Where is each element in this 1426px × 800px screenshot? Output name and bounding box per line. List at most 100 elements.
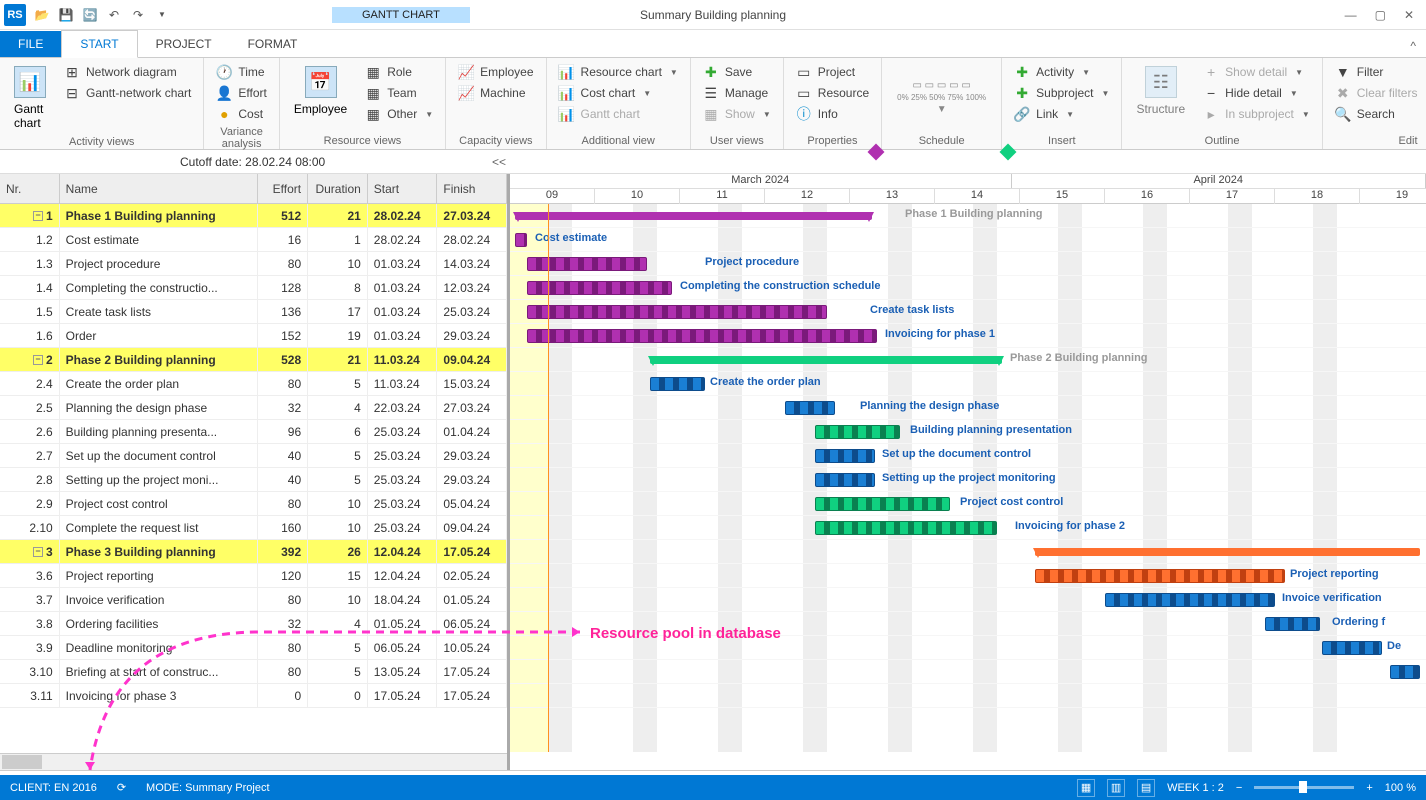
cost-chart-button[interactable]: 📊Cost chart▼ bbox=[555, 83, 682, 103]
table-row[interactable]: −3 Phase 3 Building planning 392 26 12.0… bbox=[0, 540, 507, 564]
expand-icon[interactable]: − bbox=[33, 211, 43, 221]
gantt-bar[interactable] bbox=[815, 425, 900, 439]
save-view-button[interactable]: ✚Save bbox=[699, 62, 775, 82]
table-row[interactable]: 3.11 Invoicing for phase 3 0 0 17.05.24 … bbox=[0, 684, 507, 708]
expand-icon[interactable]: − bbox=[33, 547, 43, 557]
gantt-bar[interactable] bbox=[1390, 665, 1420, 679]
employee-button[interactable]: 📅 Employee bbox=[288, 62, 353, 133]
expand-icon[interactable]: − bbox=[33, 355, 43, 365]
table-row[interactable]: 1.4 Completing the constructio... 128 8 … bbox=[0, 276, 507, 300]
cap-employee-button[interactable]: 📈Employee bbox=[454, 62, 537, 82]
gantt-bar[interactable] bbox=[515, 233, 527, 247]
effort-button[interactable]: 👤Effort bbox=[212, 83, 270, 103]
table-row[interactable]: 3.8 Ordering facilities 32 4 01.05.24 06… bbox=[0, 612, 507, 636]
table-row[interactable]: 1.6 Order 152 19 01.03.24 29.03.24 bbox=[0, 324, 507, 348]
zoom-slider[interactable] bbox=[1254, 786, 1354, 789]
filter-button[interactable]: ▼Filter bbox=[1331, 62, 1426, 82]
resource-chart-button[interactable]: 📊Resource chart▼ bbox=[555, 62, 682, 82]
col-effort[interactable]: Effort bbox=[258, 174, 308, 203]
subproject-button[interactable]: ✚Subproject▼ bbox=[1010, 83, 1113, 103]
horizontal-scrollbar[interactable] bbox=[0, 753, 507, 770]
table-row[interactable]: 2.9 Project cost control 80 10 25.03.24 … bbox=[0, 492, 507, 516]
other-button[interactable]: ▦Other▼ bbox=[361, 104, 437, 124]
file-tab[interactable]: FILE bbox=[0, 31, 61, 57]
gantt-bar[interactable] bbox=[527, 329, 877, 343]
gantt-bar[interactable] bbox=[1105, 593, 1275, 607]
table-row[interactable]: 3.9 Deadline monitoring 80 5 06.05.24 10… bbox=[0, 636, 507, 660]
refresh-icon[interactable]: ⟳ bbox=[117, 781, 126, 794]
resource-prop-button[interactable]: ▭Resource bbox=[792, 83, 873, 103]
col-start[interactable]: Start bbox=[368, 174, 438, 203]
table-row[interactable]: −1 Phase 1 Building planning 512 21 28.0… bbox=[0, 204, 507, 228]
role-button[interactable]: ▦Role bbox=[361, 62, 437, 82]
sync-icon[interactable]: 🔄 bbox=[80, 5, 100, 25]
zoom-presets[interactable]: ▭ ▭ ▭ ▭ ▭ bbox=[912, 80, 970, 91]
redo-icon[interactable]: ↷ bbox=[128, 5, 148, 25]
col-finish[interactable]: Finish bbox=[437, 174, 507, 203]
hide-detail-button[interactable]: −Hide detail▼ bbox=[1199, 83, 1314, 103]
gantt-bar[interactable] bbox=[515, 212, 872, 220]
col-nr[interactable]: Nr. bbox=[0, 174, 60, 203]
gantt-bar[interactable] bbox=[527, 305, 827, 319]
project-prop-button[interactable]: ▭Project bbox=[792, 62, 873, 82]
manage-button[interactable]: ☰Manage bbox=[699, 83, 775, 103]
collapse-left-button[interactable]: << bbox=[492, 155, 506, 169]
format-tab[interactable]: FORMAT bbox=[230, 31, 316, 57]
undo-icon[interactable]: ↶ bbox=[104, 5, 124, 25]
team-button[interactable]: ▦Team bbox=[361, 83, 437, 103]
project-tab[interactable]: PROJECT bbox=[138, 31, 230, 57]
close-icon[interactable]: ✕ bbox=[1404, 8, 1414, 22]
network-diagram-button[interactable]: ⊞Network diagram bbox=[60, 62, 195, 82]
gantt-bar[interactable] bbox=[650, 356, 1002, 364]
table-row[interactable]: 1.5 Create task lists 136 17 01.03.24 25… bbox=[0, 300, 507, 324]
qat-dropdown[interactable]: ▼ bbox=[152, 5, 172, 25]
ribbon-collapse-icon[interactable]: ^ bbox=[1400, 35, 1426, 57]
minimize-icon[interactable]: — bbox=[1345, 8, 1357, 22]
gantt-bar[interactable] bbox=[1322, 641, 1382, 655]
table-row[interactable]: 3.10 Briefing at start of construc... 80… bbox=[0, 660, 507, 684]
table-row[interactable]: 2.5 Planning the design phase 32 4 22.03… bbox=[0, 396, 507, 420]
machine-button[interactable]: 📈Machine bbox=[454, 83, 537, 103]
start-tab[interactable]: START bbox=[61, 30, 137, 58]
schedule-dd[interactable]: ▼ bbox=[937, 104, 947, 115]
gantt-bar[interactable] bbox=[1035, 548, 1420, 556]
table-row[interactable]: 3.6 Project reporting 120 15 12.04.24 02… bbox=[0, 564, 507, 588]
table-row[interactable]: 2.7 Set up the document control 40 5 25.… bbox=[0, 444, 507, 468]
save-icon[interactable]: 💾 bbox=[56, 5, 76, 25]
zoom-out-icon[interactable]: − bbox=[1236, 782, 1242, 794]
gantt-bar[interactable] bbox=[1035, 569, 1285, 583]
gantt-bar[interactable] bbox=[815, 449, 875, 463]
table-row[interactable]: 2.4 Create the order plan 80 5 11.03.24 … bbox=[0, 372, 507, 396]
table-row[interactable]: 2.6 Building planning presenta... 96 6 2… bbox=[0, 420, 507, 444]
table-row[interactable]: 2.10 Complete the request list 160 10 25… bbox=[0, 516, 507, 540]
table-row[interactable]: 1.2 Cost estimate 16 1 28.02.24 28.02.24 bbox=[0, 228, 507, 252]
cost-button[interactable]: ●Cost bbox=[212, 104, 270, 124]
open-icon[interactable]: 📂 bbox=[32, 5, 52, 25]
activity-button[interactable]: ✚Activity▼ bbox=[1010, 62, 1113, 82]
table-row[interactable]: 2.8 Setting up the project moni... 40 5 … bbox=[0, 468, 507, 492]
col-duration[interactable]: Duration bbox=[308, 174, 368, 203]
info-button[interactable]: ⓘInfo bbox=[792, 104, 873, 124]
table-row[interactable]: −2 Phase 2 Building planning 528 21 11.0… bbox=[0, 348, 507, 372]
view1-icon[interactable]: ▦ bbox=[1077, 779, 1095, 797]
gantt-bar[interactable] bbox=[815, 521, 997, 535]
time-button[interactable]: 🕐Time bbox=[212, 62, 270, 82]
view3-icon[interactable]: ▤ bbox=[1137, 779, 1155, 797]
gantt-network-button[interactable]: ⊟Gantt-network chart bbox=[60, 83, 195, 103]
table-row[interactable]: 1.3 Project procedure 80 10 01.03.24 14.… bbox=[0, 252, 507, 276]
zoom-in-icon[interactable]: + bbox=[1366, 782, 1372, 794]
search-button[interactable]: 🔍Search bbox=[1331, 104, 1426, 124]
col-name[interactable]: Name bbox=[60, 174, 259, 203]
gantt-bar[interactable] bbox=[527, 257, 647, 271]
gantt-bar[interactable] bbox=[1265, 617, 1320, 631]
gantt-bar[interactable] bbox=[785, 401, 835, 415]
maximize-icon[interactable]: ▢ bbox=[1375, 8, 1386, 22]
gantt-bar[interactable] bbox=[815, 497, 950, 511]
gantt-bar[interactable] bbox=[650, 377, 705, 391]
table-row[interactable]: 3.7 Invoice verification 80 10 18.04.24 … bbox=[0, 588, 507, 612]
link-button[interactable]: 🔗Link▼ bbox=[1010, 104, 1113, 124]
gantt-chart-button[interactable]: 📊 Gantt chart bbox=[8, 62, 52, 134]
gantt-body[interactable]: Phase 1 Building planningCost estimatePr… bbox=[510, 204, 1426, 752]
view2-icon[interactable]: ▥ bbox=[1107, 779, 1125, 797]
gantt-bar[interactable] bbox=[815, 473, 875, 487]
